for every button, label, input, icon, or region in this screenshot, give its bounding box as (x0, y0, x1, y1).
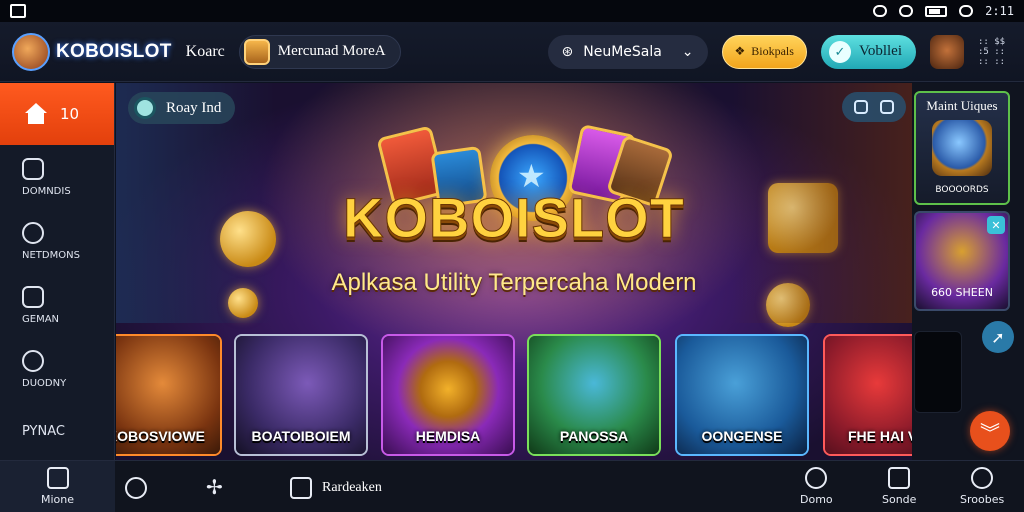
sidebar-item-label: GEMAN (22, 313, 60, 325)
share-icon (22, 285, 44, 308)
battery-icon (925, 5, 948, 17)
sidebar-item-home[interactable]: 10 (0, 83, 114, 145)
sidebar-item-3[interactable]: GEMAN (0, 273, 114, 337)
hero-subtitle: Aplkasa Utility Terpercaha Modern (331, 269, 697, 296)
shuffle-icon[interactable]: ✢ (206, 475, 223, 499)
menu-dropdown[interactable]: ⊛ NeuMeSala ⌄ (547, 34, 708, 69)
bottom-nav: Mione ✢ Rardeaken Domo Sonde Sroobes (0, 460, 1024, 512)
home-icon (46, 467, 69, 489)
user-avatar[interactable] (930, 34, 964, 69)
filter-icon[interactable] (880, 100, 894, 114)
bonus-button-label: Biokpals (751, 44, 794, 58)
chevron-down-icon: ⌄ (681, 43, 694, 60)
arrow-icon: ➚ (991, 327, 1005, 347)
bottom-nav-item-2[interactable]: Sonde (882, 467, 916, 506)
chat-icon (22, 157, 44, 180)
brand-name: KOBOISLOT (56, 40, 172, 62)
sidebar-home-label: 10 (60, 105, 80, 123)
sidebar-item-5[interactable]: PYNAC (0, 401, 114, 461)
promo-card[interactable]: ✕ 660 SHEEN (914, 211, 1010, 311)
bottom-nav-item-3[interactable]: Sroobes (960, 467, 1004, 506)
promo-pill-label: Mercunad MoreA (277, 43, 386, 59)
link-icon: ⊛ (561, 43, 574, 60)
right-panel: Maint Uiques BOOOORDS ✕ 660 SHEEN ➚ ︾ (912, 83, 1024, 460)
game-card-label: HEMDISA (415, 428, 481, 444)
game-card[interactable]: FHE HAI VIO (823, 334, 912, 456)
game-card[interactable]: HEMDISA (381, 334, 515, 456)
promo-card-label: 660 SHEEN (931, 286, 993, 299)
game-card-label: BOATOIBOIEM (251, 428, 351, 444)
game-card-label: KOBOSVIOWE (116, 428, 205, 444)
gift-icon: ❖ (734, 44, 746, 58)
bottom-nav-label: Sonde (882, 493, 917, 506)
game-card-row: KOBOSVIOWE BOATOIBOIEM HEMDISA PANOSSA O… (116, 334, 912, 456)
bag-icon (290, 477, 312, 499)
game-card-label: FHE HAI VIO (847, 428, 912, 444)
app-switcher-icon (10, 4, 26, 18)
alarm-icon (873, 5, 888, 17)
qr-code-text[interactable]: :: $$ :5 :: :: :: (978, 37, 1012, 67)
compass-icon[interactable] (125, 477, 147, 499)
send-icon (888, 467, 911, 489)
bottom-nav-item-1[interactable]: Domo (800, 467, 833, 506)
status-indicators: 2:11 (873, 4, 1014, 18)
check-icon: ✓ (828, 40, 851, 63)
location-icon (134, 97, 156, 119)
circle-icon (805, 467, 828, 489)
game-card-label: PANOSSA (559, 428, 629, 444)
dropdown-label: NeuMeSala (583, 43, 662, 60)
bottom-nav-center[interactable]: Rardeaken (290, 477, 382, 499)
game-card[interactable]: OONGENSE (675, 334, 809, 456)
mascot-logo-icon (12, 32, 50, 71)
sidebar-item-label: NETDMONS (22, 249, 80, 261)
featured-card[interactable]: Maint Uiques BOOOORDS (914, 91, 1010, 205)
game-card[interactable]: PANOSSA (527, 334, 661, 456)
top-header: KOBOISLOT Koarc Mercunad MoreA ⊛ NeuMeSa… (0, 22, 1024, 82)
featured-card-label: BOOOORDS (935, 185, 989, 195)
featured-card-art (932, 120, 992, 176)
expand-icon[interactable]: ✕ (987, 216, 1005, 234)
status-bar: 2:11 (0, 0, 1024, 22)
brand-logo[interactable]: KOBOISLOT (12, 32, 172, 71)
chat-bubble-icon (22, 349, 44, 372)
location-chip[interactable]: Roay Ind (128, 92, 236, 124)
verify-button-label: Vobllei (858, 43, 902, 59)
status-time: 2:11 (985, 4, 1014, 18)
scroll-down-button[interactable]: ︾ (970, 411, 1010, 451)
featured-card-title: Maint Uiques (926, 98, 998, 113)
bonus-button[interactable]: ❖ Biokpals (721, 34, 807, 69)
profile-icon (971, 467, 994, 489)
home-icon (24, 103, 48, 125)
hero-toolbar (842, 92, 906, 122)
wifi-icon (899, 5, 914, 17)
sidebar-item-label: DOMNDIS (22, 185, 71, 197)
preview-panel (914, 331, 962, 413)
share-button[interactable]: ➚ (982, 321, 1014, 353)
sidebar-item-2[interactable]: NETDMONS (0, 209, 114, 273)
promo-pill[interactable]: Mercunad MoreA (238, 34, 401, 69)
bottom-nav-label: Domo (800, 493, 833, 506)
game-card-label: OONGENSE (701, 428, 783, 444)
chevron-double-down-icon: ︾ (980, 420, 1000, 445)
verify-button[interactable]: ✓ Vobllei (820, 34, 916, 69)
signal-icon (959, 5, 974, 17)
sidebar-item-1[interactable]: DOMNDIS (0, 145, 114, 209)
game-card[interactable]: BOATOIBOIEM (234, 334, 368, 456)
hero-banner: Roay Ind ★ KOBOISLOT Aplkasa Utility Ter… (116, 83, 912, 460)
game-card[interactable]: KOBOSVIOWE (116, 334, 222, 456)
left-sidebar: 10 DOMNDIS NETDMONS GEMAN DUODNY PYNAC (0, 83, 115, 460)
sidebar-item-4[interactable]: DUODNY (0, 337, 114, 401)
sidebar-item-label: PYNAC (22, 423, 65, 439)
location-chip-label: Roay Ind (166, 99, 222, 116)
bottom-nav-center-label: Rardeaken (322, 480, 382, 495)
bottom-nav-home[interactable]: Mione (0, 461, 115, 512)
settings-icon[interactable] (854, 100, 868, 114)
treasure-chest-icon (243, 38, 270, 65)
clock-icon (22, 221, 44, 244)
bottom-nav-label: Sroobes (960, 493, 1005, 506)
hero-title: KOBOISLOT (343, 186, 685, 250)
nav-link[interactable]: Koarc (186, 43, 225, 61)
sidebar-item-label: DUODNY (22, 377, 67, 389)
bottom-nav-home-label: Mione (40, 493, 75, 506)
